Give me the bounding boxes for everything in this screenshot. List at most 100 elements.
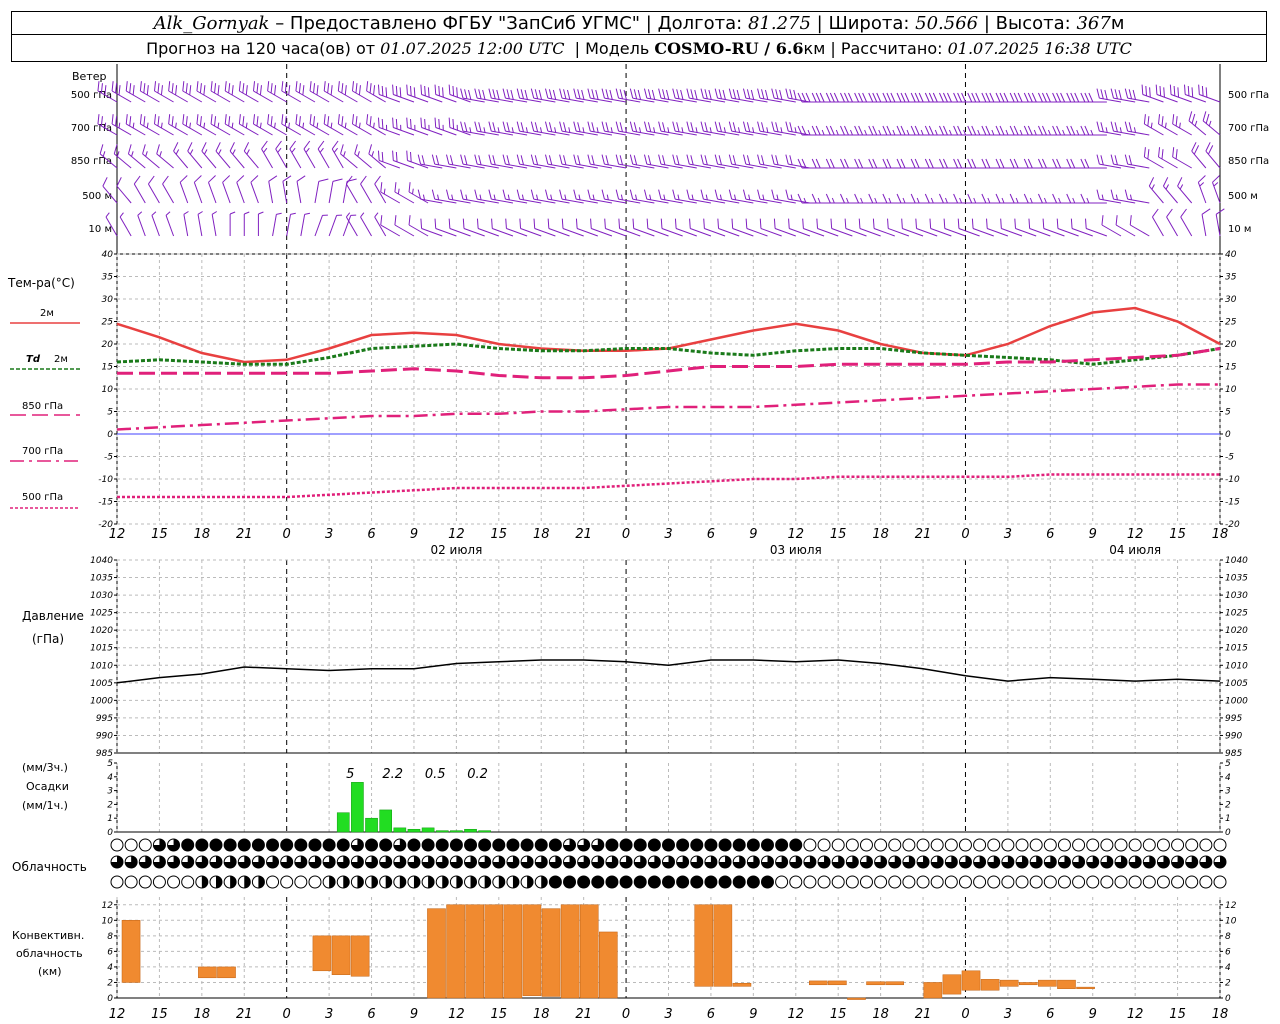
barb-half	[916, 197, 920, 204]
barb-shaft	[1152, 216, 1164, 237]
wind-barb	[939, 158, 966, 169]
barb-full	[689, 218, 691, 229]
y-tick-label: 1000	[1225, 696, 1248, 706]
temp-x-tick-label: 21	[575, 527, 592, 542]
wind-barb	[1110, 121, 1136, 136]
barb-shaft	[201, 150, 217, 169]
barb-half	[437, 194, 440, 200]
barb-half	[539, 127, 543, 133]
barb-full	[718, 155, 722, 165]
wind-barb	[967, 92, 994, 103]
wind-barb	[151, 211, 160, 237]
barb-full	[662, 89, 666, 99]
precip-unit2: (мм/1ч.)	[22, 799, 68, 812]
barb-full	[445, 189, 450, 200]
convective-bar	[732, 982, 752, 987]
wind-barb	[714, 154, 740, 169]
barb-full	[829, 125, 835, 136]
barb-full	[133, 175, 141, 185]
barb-full	[1198, 84, 1200, 95]
barb-shaft	[340, 153, 358, 169]
wind-barb	[771, 88, 796, 103]
barb-full	[408, 215, 411, 226]
wind-barb	[354, 144, 372, 169]
wind-barb	[530, 121, 556, 136]
barb-full	[1023, 193, 1029, 204]
barb-full	[420, 84, 423, 95]
barb-full	[360, 175, 367, 185]
conv-x-tick-label: 12	[448, 1007, 465, 1022]
barb-shaft	[354, 153, 372, 169]
wind-barb	[1037, 125, 1065, 136]
barb-full	[761, 155, 765, 165]
conv-x-tick-label: 12	[787, 1007, 804, 1022]
barb-full	[502, 154, 506, 165]
wind-barb	[686, 154, 712, 169]
barb-full	[492, 122, 496, 132]
wind-barb	[939, 125, 966, 136]
barb-half	[864, 129, 868, 136]
y-tick-label: 1035	[90, 574, 113, 584]
barb-half	[525, 127, 528, 133]
barb-full	[1070, 92, 1076, 103]
barb-full	[672, 189, 676, 200]
barb-half	[554, 127, 557, 133]
barb-shaft	[128, 153, 146, 169]
barb-half	[536, 194, 539, 200]
barb-full	[714, 154, 719, 165]
cloud-cover-symbol	[1213, 838, 1227, 852]
barb-full	[1023, 125, 1029, 136]
barb-full	[125, 114, 128, 125]
barb-full	[811, 158, 817, 169]
barb-full	[967, 125, 973, 136]
barb-full	[986, 218, 988, 229]
wind-barb	[967, 125, 994, 136]
barb-full	[840, 193, 845, 204]
barb-shaft	[275, 148, 288, 169]
wind-barb	[1124, 189, 1150, 204]
wind-barb	[281, 114, 302, 136]
barb-full	[1037, 92, 1043, 103]
wind-barb	[544, 154, 570, 169]
barb-half	[681, 127, 684, 133]
convective-bar	[522, 904, 542, 996]
cloud-cover-symbol	[167, 875, 181, 889]
wind-barb	[797, 125, 825, 136]
wind-barb	[243, 142, 259, 169]
barb-full	[676, 89, 680, 99]
cloud-cover-symbol	[181, 875, 195, 889]
cloud-cover-symbol	[152, 875, 166, 889]
barb-full	[267, 114, 270, 125]
cloud-cover-symbol	[958, 838, 972, 852]
cloud-cover-symbol	[902, 838, 916, 852]
barb-shaft	[289, 148, 302, 169]
cloud-cover-symbol	[1156, 838, 1170, 852]
barb-full	[1166, 208, 1173, 218]
precip-bar	[393, 827, 407, 833]
cloud-cover-symbol	[916, 875, 930, 889]
barb-full	[676, 155, 680, 165]
y-tick-label: 5	[1225, 408, 1231, 418]
wind-barb	[337, 81, 358, 103]
date-label: 03 июля	[770, 543, 822, 557]
barb-half	[709, 127, 712, 133]
y-tick-label: 2	[107, 800, 113, 810]
barb-half	[1033, 129, 1037, 136]
cloud-cover-symbol	[1185, 875, 1199, 889]
cloud-cover-symbol	[732, 875, 746, 889]
barb-full	[406, 150, 408, 161]
barb-half	[977, 129, 981, 136]
wind-barb	[224, 114, 245, 136]
wind-barb	[882, 125, 909, 136]
wind-barb	[995, 125, 1023, 136]
barb-full	[662, 155, 666, 165]
cloud-cover-symbol	[789, 875, 803, 889]
wind-barb	[317, 140, 330, 169]
wind-barb	[573, 88, 598, 103]
wind-barb	[229, 211, 236, 236]
cloud-cover-symbol	[1086, 838, 1100, 852]
barb-full	[1115, 215, 1118, 226]
barb-half	[511, 127, 514, 133]
wind-barb	[295, 114, 316, 136]
wind-barb	[488, 154, 514, 169]
